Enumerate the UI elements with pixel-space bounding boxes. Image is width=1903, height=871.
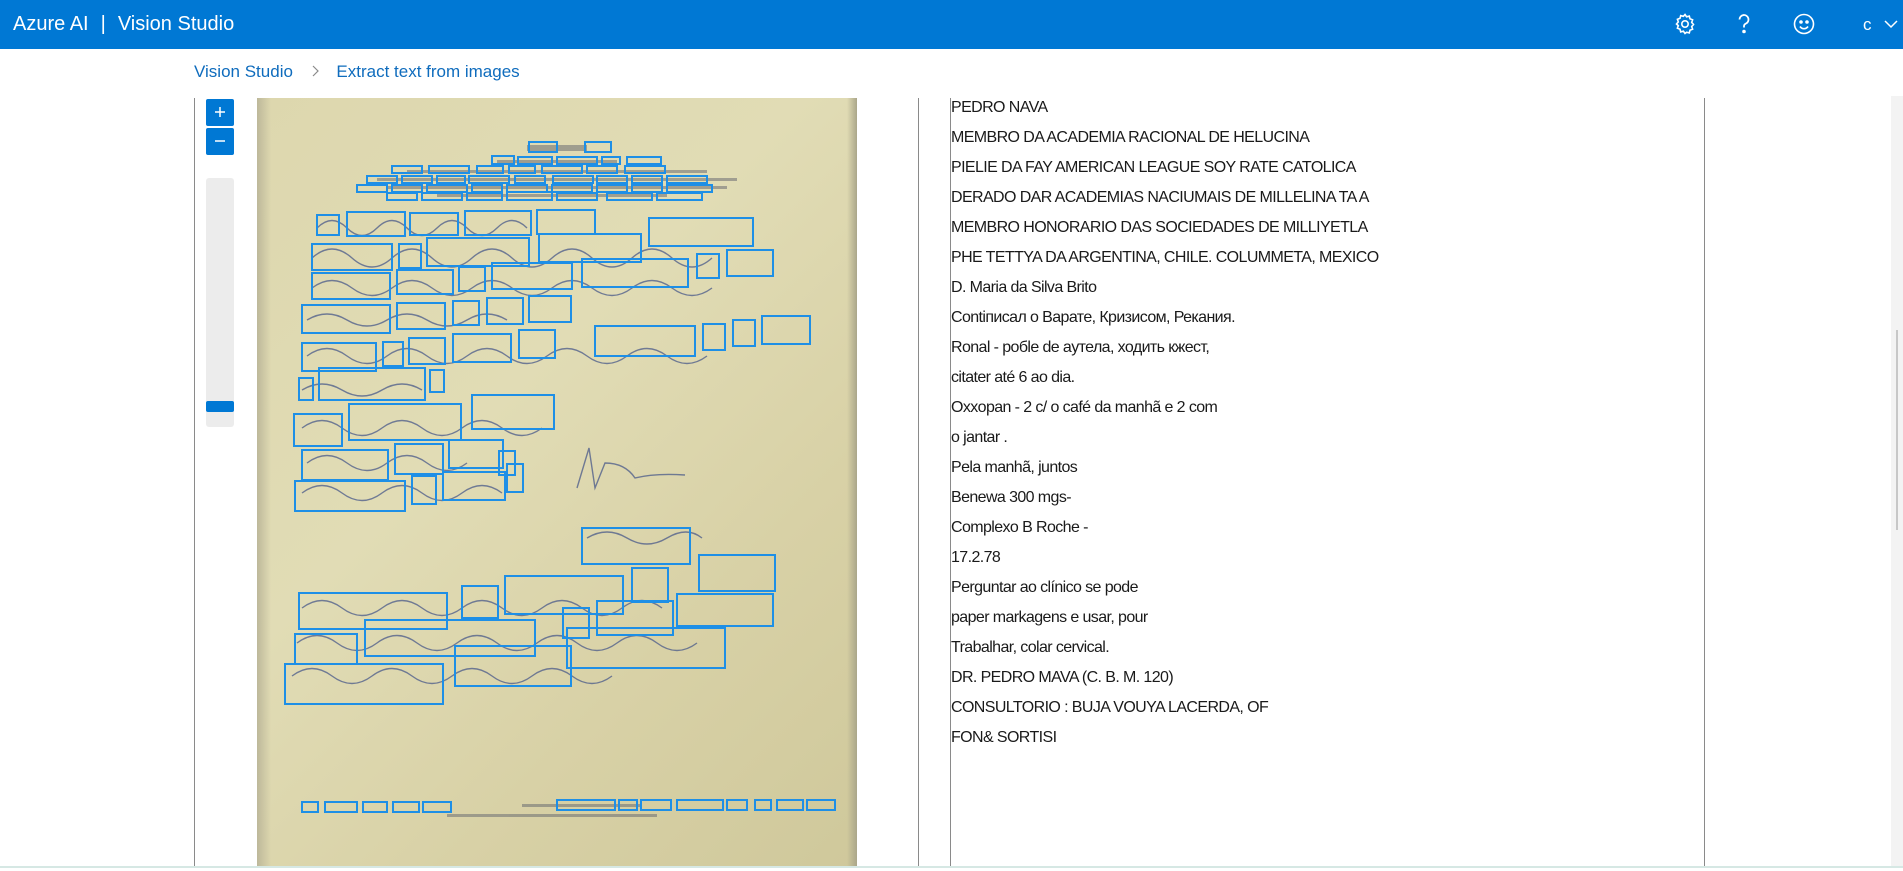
text-line: citater até 6 ao dia. (951, 369, 1075, 386)
bottom-divider (0, 866, 1903, 868)
text-line: Ronal - робle de aутела, ходить кжест, (951, 339, 1210, 356)
zoom-in-button[interactable] (206, 99, 234, 126)
text-line: 17.2.78 (951, 549, 1001, 566)
app-brand[interactable]: Azure AI | Vision Studio (13, 0, 234, 49)
extracted-text-panel: PEDRO NAVA MEMBRO DA ACADEMIA RACIONAL D… (951, 96, 1701, 756)
product-name: Vision Studio (117, 13, 235, 35)
text-line: paper markagens e usar, pour (951, 609, 1148, 626)
brand-separator: | (100, 13, 106, 35)
text-line: MEMBRO HONORARIO DAS SOCIEDADES DE MILLI… (951, 219, 1368, 236)
help-icon[interactable] (1732, 12, 1756, 36)
text-line: DERADO DAR ACADEMIAS NACIUMAIS DE MILLEL… (951, 189, 1369, 206)
text-line: Perguntar ao clínico se pode (951, 579, 1138, 596)
zoom-out-button[interactable] (206, 128, 234, 155)
text-line: Benewa 300 mgs- (951, 489, 1072, 506)
text-line: DR. PEDRO MAVA (C. B. M. 120) (951, 669, 1174, 686)
results-right-border (1704, 98, 1705, 868)
text-line: FON& SORTISI (951, 729, 1057, 746)
minus-icon (215, 140, 225, 142)
user-menu-button[interactable]: c (1863, 0, 1903, 49)
smile-icon[interactable] (1792, 12, 1816, 36)
gear-icon[interactable] (1673, 12, 1697, 36)
text-line: Contіписал о Варате, Кризисом, Рекания. (951, 309, 1236, 326)
breadcrumb-extract-text[interactable]: Extract text from images (336, 62, 519, 81)
viewer-left-border (194, 98, 195, 868)
text-line: Trabalhar, colar cervical. (951, 639, 1110, 656)
text-line: CONSULTORIO : BUJA VOUYA LACERDA, OF (951, 699, 1269, 716)
user-initial: c (1863, 15, 1872, 34)
text-line: Complexo B Roche - (951, 519, 1088, 536)
text-line: PEDRO NAVA (951, 99, 1048, 116)
text-line: PHE TETTYA DA ARGENTINA, CHILE. COLUMMET… (951, 249, 1379, 266)
breadcrumb: Vision Studio Extract text from images (194, 62, 520, 82)
page-scrollbar-thumb[interactable] (1896, 330, 1898, 530)
viewer-right-border (918, 98, 919, 868)
brand-name: Azure AI (13, 13, 89, 35)
chevron-right-icon (312, 65, 319, 77)
text-line: o jantar . (951, 429, 1008, 446)
zoom-slider-track[interactable] (206, 178, 234, 427)
document-image (257, 98, 857, 868)
top-app-bar: Azure AI | Vision Studio c (0, 0, 1903, 49)
ocr-overlay (284, 141, 836, 817)
zoom-slider-thumb[interactable] (206, 401, 234, 412)
breadcrumb-vision-studio[interactable]: Vision Studio (194, 62, 293, 81)
text-line: MEMBRO DA ACADEMIA RACIONAL DE HELUCINA (951, 129, 1310, 146)
text-line: D. Maria da Silva Brito (951, 279, 1097, 296)
text-line: PIELIE DA FAY AMERICAN LEAGUE SOY RATE C… (951, 159, 1356, 176)
text-line: Pela manhã, juntos (951, 459, 1078, 476)
plus-icon (215, 107, 225, 117)
text-line: Oxxopan - 2 c/ o café da manhã e 2 com (951, 399, 1218, 416)
chevron-down-icon (1884, 20, 1898, 29)
